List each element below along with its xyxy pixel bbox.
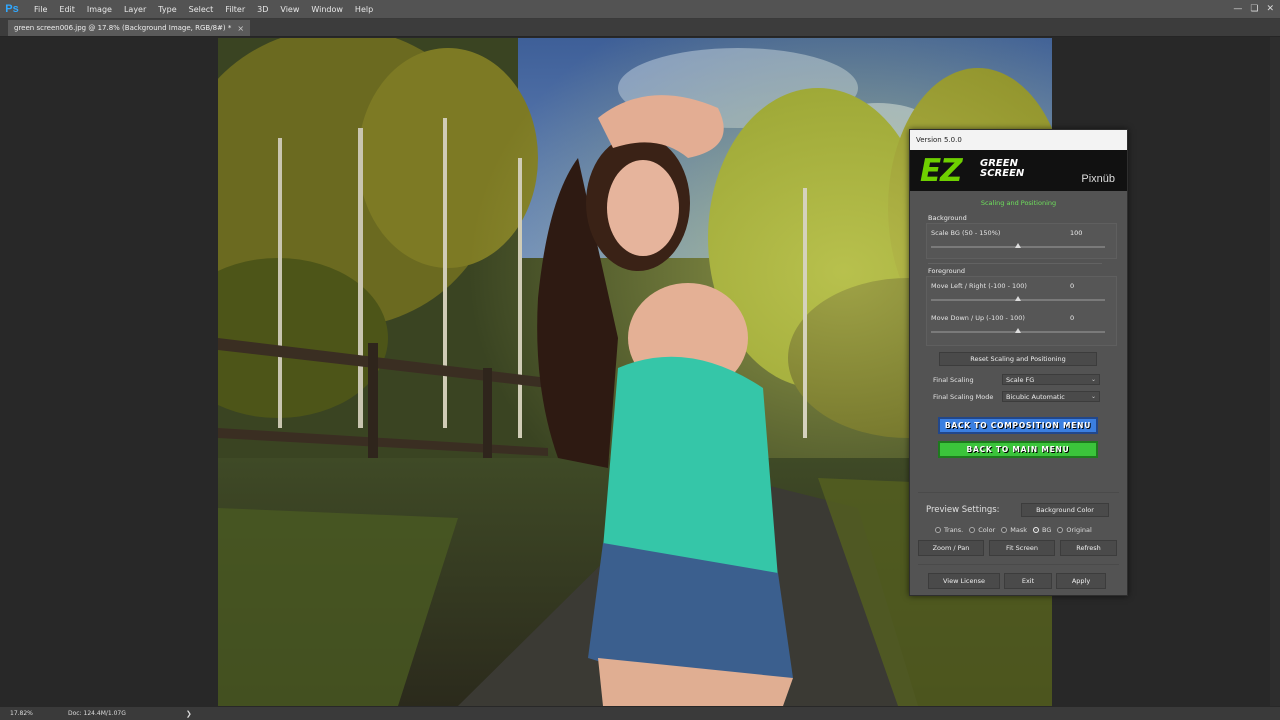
move-down-up-slider-thumb[interactable] [1015, 328, 1021, 333]
back-to-composition-button[interactable]: BACK TO COMPOSITION MENU [938, 417, 1098, 434]
status-menu-arrow-icon[interactable]: ❯ [186, 710, 192, 718]
preview-option-label: Mask [1010, 526, 1027, 534]
fit-screen-button[interactable]: Fit Screen [989, 540, 1055, 556]
chevron-down-icon: ⌄ [1090, 393, 1096, 400]
view-license-button[interactable]: View License [928, 573, 1000, 589]
scale-bg-label: Scale BG (50 - 150%) [931, 229, 1001, 237]
menu-bar: Ps File Edit Image Layer Type Select Fil… [0, 0, 1280, 19]
radio-button[interactable] [935, 527, 941, 533]
preview-option-label: BG [1041, 526, 1052, 534]
preview-option-trans[interactable]: Trans. [935, 526, 963, 534]
final-scaling-mode-select[interactable]: Bicubic Automatic ⌄ [1002, 391, 1100, 402]
apply-button[interactable]: Apply [1056, 573, 1106, 589]
menu-window[interactable]: Window [305, 5, 349, 14]
move-left-right-label: Move Left / Right (-100 - 100) [931, 282, 1027, 290]
divider [928, 263, 1102, 264]
radio-button[interactable] [1057, 527, 1064, 533]
divider [918, 564, 1119, 565]
reset-scaling-button[interactable]: Reset Scaling and Positioning [939, 352, 1097, 366]
menu-file[interactable]: File [28, 5, 53, 14]
menu-layer[interactable]: Layer [118, 5, 152, 14]
plugin-banner: EZ GREEN SCREEN Pixnüb [910, 150, 1127, 191]
back-to-main-menu-button[interactable]: BACK TO MAIN MENU [938, 441, 1098, 458]
status-bar: 17.82% Doc: 124.4M/1.07G ❯ [0, 707, 1280, 720]
zoom-level-field[interactable]: 17.82% [10, 710, 50, 717]
preview-option-bg[interactable]: BG [1032, 526, 1052, 534]
background-group-label: Background [928, 214, 967, 222]
move-down-up-value[interactable]: 0 [1070, 314, 1074, 322]
radio-button-checked[interactable] [1032, 527, 1039, 533]
preview-settings-label: Preview Settings: [926, 505, 1000, 515]
menu-filter[interactable]: Filter [219, 5, 251, 14]
logo-subtitle-line2: SCREEN [980, 168, 1025, 179]
ez-logo-subtitle: GREEN SCREEN [980, 159, 1024, 179]
move-left-right-slider-thumb[interactable] [1015, 296, 1021, 301]
ez-logo: EZ [920, 153, 963, 189]
zoom-pan-button[interactable]: Zoom / Pan [918, 540, 984, 556]
pixnub-brand: Pixnüb [1081, 173, 1115, 185]
menu-edit[interactable]: Edit [53, 5, 81, 14]
document-tab-bar: green screen006.jpg @ 17.8% (Background … [0, 19, 1280, 37]
panel-titlebar: Version 5.0.0 [910, 130, 1127, 150]
chevron-down-icon: ⌄ [1090, 376, 1096, 383]
final-scaling-select[interactable]: Scale FG ⌄ [1002, 374, 1100, 385]
divider [918, 492, 1119, 493]
minimize-icon[interactable]: — [1233, 4, 1242, 14]
menu-select[interactable]: Select [183, 5, 220, 14]
menu-help[interactable]: Help [349, 5, 379, 14]
menu-view[interactable]: View [274, 5, 305, 14]
radio-button[interactable] [969, 527, 976, 533]
final-scaling-label: Final Scaling [933, 376, 974, 384]
preview-option-label: Color [978, 526, 996, 534]
window-controls: — ❏ ✕ [1233, 0, 1274, 18]
version-label: Version 5.0.0 [916, 136, 962, 144]
refresh-button[interactable]: Refresh [1060, 540, 1117, 556]
photoshop-logo-icon: Ps [5, 3, 19, 15]
final-scaling-value: Scale FG [1006, 375, 1035, 384]
preview-mode-radio-group: Trans. Color Mask BG Original [935, 526, 1095, 534]
final-scaling-mode-value: Bicubic Automatic [1006, 392, 1065, 401]
vertical-scrollbar[interactable] [1270, 37, 1280, 706]
document-info: Doc: 124.4M/1.07G [68, 710, 126, 717]
final-scaling-mode-label: Final Scaling Mode [933, 393, 994, 401]
move-down-up-label: Move Down / Up (-100 - 100) [931, 314, 1025, 322]
close-icon[interactable]: ✕ [1266, 4, 1274, 14]
move-left-right-value[interactable]: 0 [1070, 282, 1074, 290]
preview-option-label: Original [1066, 526, 1092, 534]
section-title: Scaling and Positioning [980, 199, 1057, 207]
scale-bg-value[interactable]: 100 [1070, 229, 1082, 237]
foreground-group-label: Foreground [928, 267, 966, 275]
preview-option-mask[interactable]: Mask [1001, 526, 1027, 534]
preview-option-label: Trans. [944, 526, 964, 534]
exit-button[interactable]: Exit [1004, 573, 1052, 589]
preview-option-original[interactable]: Original [1057, 526, 1092, 534]
menu-type[interactable]: Type [152, 5, 182, 14]
radio-button[interactable] [1001, 527, 1008, 533]
background-color-button[interactable]: Background Color [1021, 503, 1109, 517]
scale-bg-slider-thumb[interactable] [1015, 243, 1021, 248]
preview-option-color[interactable]: Color [969, 526, 995, 534]
tab-close-icon[interactable]: × [237, 24, 244, 33]
menu-3d[interactable]: 3D [251, 5, 274, 14]
ez-green-screen-panel: Version 5.0.0 EZ GREEN SCREEN Pixnüb Sca… [909, 129, 1128, 596]
restore-icon[interactable]: ❏ [1250, 4, 1258, 14]
menu-image[interactable]: Image [81, 5, 118, 14]
document-tab[interactable]: green screen006.jpg @ 17.8% (Background … [8, 20, 251, 36]
document-tab-title: green screen006.jpg @ 17.8% (Background … [14, 24, 232, 32]
